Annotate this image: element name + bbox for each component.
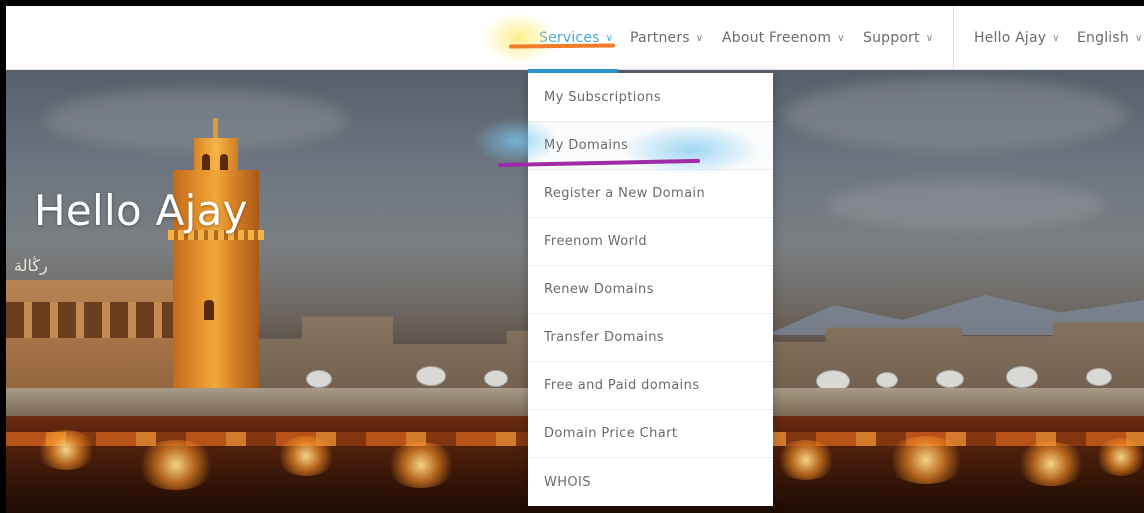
nav-about-freenom[interactable]: About Freenom ∨	[722, 6, 845, 70]
menu-item-my-subscriptions[interactable]: My Subscriptions	[528, 73, 773, 122]
browser-viewport: Services ∨ Partners ∨ About Freenom ∨ Su…	[6, 6, 1144, 513]
lamp-glow	[886, 436, 966, 484]
chevron-down-icon: ∨	[605, 32, 614, 44]
satellite-dish	[484, 370, 508, 387]
chevron-down-icon: ∨	[1134, 32, 1143, 44]
satellite-dish	[1006, 366, 1038, 388]
satellite-dish	[306, 370, 332, 388]
satellite-dish	[1086, 368, 1112, 386]
lamp-glow	[386, 442, 456, 488]
chevron-down-icon: ∨	[925, 32, 934, 44]
user-menu-label: Hello Ajay	[974, 30, 1047, 46]
language-selector[interactable]: English ∨	[1077, 6, 1142, 70]
lamp-glow	[776, 440, 836, 480]
nav-partners[interactable]: Partners ∨	[630, 6, 703, 70]
menu-item-freenom-world[interactable]: Freenom World	[528, 218, 773, 266]
user-menu[interactable]: Hello Ajay ∨	[974, 6, 1060, 70]
menu-item-whois[interactable]: WHOIS	[528, 458, 773, 506]
nav-partners-label: Partners	[630, 30, 690, 46]
lamp-glow	[276, 436, 336, 476]
menu-item-free-and-paid-domains[interactable]: Free and Paid domains	[528, 362, 773, 410]
language-label: English	[1077, 30, 1129, 46]
satellite-dish	[876, 372, 898, 388]
arcade-arches	[6, 302, 176, 338]
nav-services[interactable]: Services ∨	[539, 6, 613, 70]
nav-support-label: Support	[863, 30, 920, 46]
top-navbar: Services ∨ Partners ∨ About Freenom ∨ Su…	[6, 6, 1144, 70]
lamp-glow	[36, 430, 96, 470]
services-dropdown-menu: My Subscriptions My Domains Register a N…	[528, 73, 773, 506]
chevron-down-icon: ∨	[837, 32, 845, 44]
tower-window	[204, 300, 214, 320]
menu-item-domain-price-chart[interactable]: Domain Price Chart	[528, 410, 773, 458]
tower-window	[202, 154, 210, 170]
lamp-glow	[1016, 442, 1086, 486]
cloud	[826, 180, 1106, 230]
minaret-spire	[213, 118, 218, 140]
storefront-sign: رڭالة	[14, 256, 48, 275]
lamp-glow	[1096, 438, 1144, 476]
nav-divider	[953, 6, 954, 70]
satellite-dish	[936, 370, 964, 388]
lamp-glow	[136, 440, 216, 490]
menu-item-register-new-domain[interactable]: Register a New Domain	[528, 170, 773, 218]
cloud	[786, 80, 1126, 150]
nav-support[interactable]: Support ∨	[863, 6, 933, 70]
tower-window	[220, 154, 228, 170]
menu-item-transfer-domains[interactable]: Transfer Domains	[528, 314, 773, 362]
hero-title: Hello Ajay	[34, 186, 248, 235]
menu-item-renew-domains[interactable]: Renew Domains	[528, 266, 773, 314]
chevron-down-icon: ∨	[1052, 32, 1060, 44]
satellite-dish	[416, 366, 446, 386]
chevron-down-icon: ∨	[695, 32, 704, 44]
nav-about-label: About Freenom	[722, 30, 832, 46]
